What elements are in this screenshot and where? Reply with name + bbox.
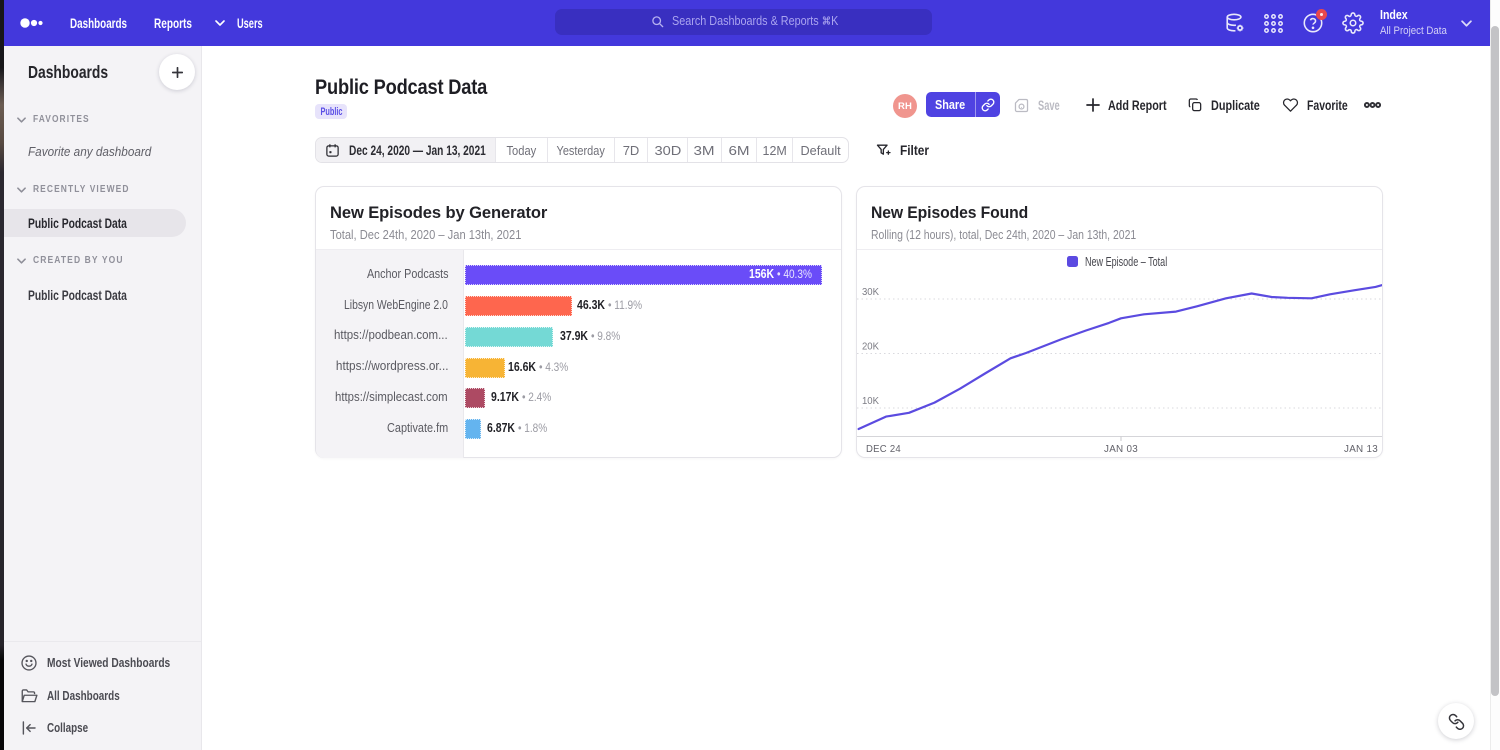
svg-text:JAN 13: JAN 13 bbox=[1344, 443, 1378, 455]
svg-text:10K: 10K bbox=[862, 395, 879, 407]
svg-text:20K: 20K bbox=[862, 341, 879, 353]
svg-text:DEC 24: DEC 24 bbox=[866, 443, 901, 455]
svg-text:JAN 03: JAN 03 bbox=[1104, 443, 1138, 455]
svg-text:30K: 30K bbox=[862, 286, 879, 298]
